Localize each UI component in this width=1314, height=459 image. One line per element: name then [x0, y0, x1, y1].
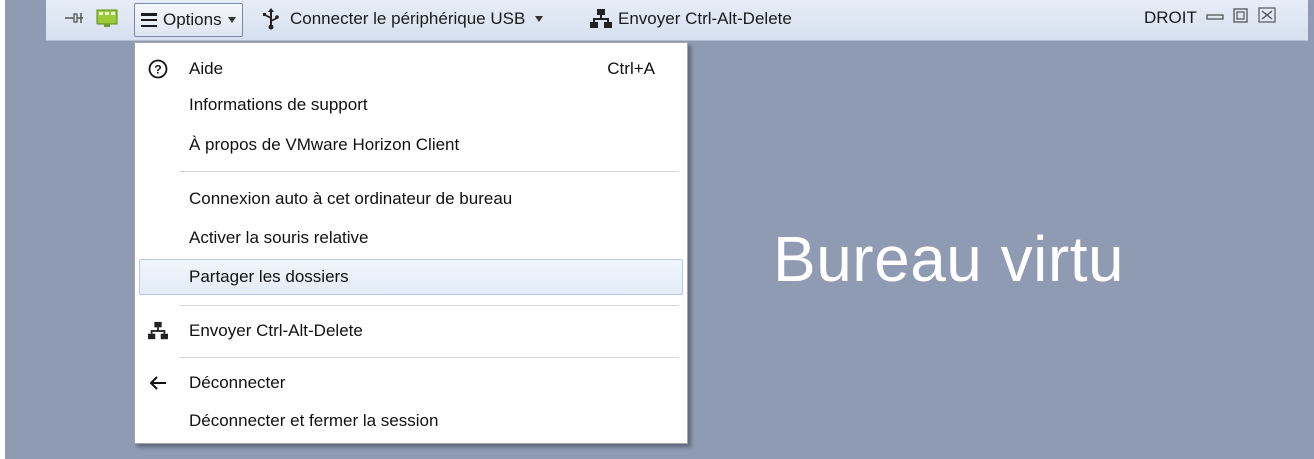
menu-item-label: Informations de support: [189, 95, 368, 114]
menu-item-disconnect-logoff[interactable]: Déconnecter et fermer la session: [139, 403, 683, 439]
menu-item-disconnect[interactable]: Déconnecter: [139, 365, 683, 401]
menu-item-label: Déconnecter: [189, 373, 286, 392]
menu-item-label: Aide: [189, 59, 224, 78]
pin-icon[interactable]: [64, 8, 84, 28]
menu-item-share-folders[interactable]: Partager les dossiers: [139, 259, 683, 295]
close-icon[interactable]: [1258, 6, 1276, 28]
connect-usb-button[interactable]: Connecter le périphérique USB: [262, 8, 544, 30]
network-icon: [147, 320, 169, 342]
menu-item-label: Déconnecter et fermer la session: [189, 411, 439, 430]
desktop-title: Bureau virtu: [773, 223, 1125, 295]
menu-separator: [179, 357, 679, 359]
chevron-down-icon: [227, 17, 236, 23]
display-mode-label[interactable]: DROIT: [1144, 8, 1197, 28]
menu-item-support-info[interactable]: Informations de support: [139, 87, 683, 123]
menu-item-label: Envoyer Ctrl-Alt-Delete: [189, 321, 363, 340]
menu-separator: [179, 171, 679, 173]
network-icon: [590, 9, 612, 28]
usb-icon: [263, 8, 279, 30]
options-label: Options: [163, 10, 222, 29]
menu-item-label: Partager les dossiers: [189, 267, 349, 286]
usb-label: Connecter le périphérique USB: [290, 9, 526, 28]
horizon-toolbar: Options Connecter le périphérique USB En…: [46, 0, 1308, 41]
minimize-icon[interactable]: [1206, 6, 1224, 28]
menu-item-auto-connect[interactable]: Connexion auto à cet ordinateur de burea…: [139, 181, 683, 217]
options-menu-button[interactable]: Options: [134, 3, 243, 37]
back-arrow-icon: [147, 372, 169, 394]
desktop-screen-icon[interactable]: [96, 7, 118, 29]
chevron-down-icon: [535, 16, 544, 22]
menu-item-send-cad[interactable]: Envoyer Ctrl-Alt-Delete: [139, 313, 683, 349]
menu-item-help[interactable]: ? Aide Ctrl+A: [139, 51, 683, 87]
help-icon: ?: [147, 58, 169, 80]
menu-item-label: Connexion auto à cet ordinateur de burea…: [189, 189, 513, 208]
menu-item-label: Activer la souris relative: [189, 228, 369, 247]
menu-item-label: À propos de VMware Horizon Client: [189, 135, 460, 154]
menu-separator: [179, 305, 679, 307]
options-dropdown-menu: ? Aide Ctrl+A Informations de support À …: [134, 42, 688, 444]
send-cad-label: Envoyer Ctrl-Alt-Delete: [618, 9, 792, 28]
menu-item-shortcut: Ctrl+A: [607, 59, 655, 78]
svg-text:?: ?: [154, 63, 161, 77]
menu-item-relative-mouse[interactable]: Activer la souris relative: [139, 220, 683, 256]
restore-icon[interactable]: [1232, 6, 1250, 28]
send-ctrl-alt-delete-button[interactable]: Envoyer Ctrl-Alt-Delete: [590, 8, 792, 30]
menu-item-about[interactable]: À propos de VMware Horizon Client: [139, 127, 683, 163]
hamburger-icon: [141, 13, 157, 27]
